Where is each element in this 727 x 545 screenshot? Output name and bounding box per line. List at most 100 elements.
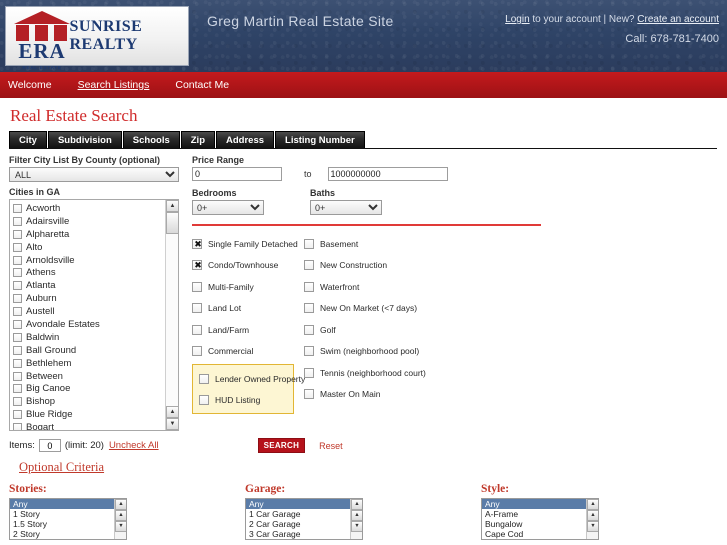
scroll-up-arrow-icon[interactable]: ▲: [351, 510, 362, 521]
stories-option[interactable]: 1 Story: [10, 509, 126, 519]
scroll-up-arrow-icon[interactable]: ▲: [115, 499, 126, 510]
city-checkbox[interactable]: [13, 281, 22, 291]
stories-option-any[interactable]: Any: [10, 499, 126, 509]
city-checkbox[interactable]: [13, 242, 22, 252]
style-option[interactable]: A-Frame: [482, 509, 598, 519]
city-row: Athens: [13, 266, 178, 279]
city-checkbox[interactable]: [13, 410, 22, 420]
items-count-input[interactable]: [38, 439, 61, 452]
stories-option[interactable]: 2 Story: [10, 529, 126, 539]
waterfront-checkbox[interactable]: [304, 281, 314, 292]
garage-option-any[interactable]: Any: [246, 499, 362, 509]
style-listbox[interactable]: Any A-Frame Bungalow Cape Cod ▲ ▲ ▼: [481, 498, 599, 540]
hud-listing-checkbox[interactable]: [199, 394, 209, 405]
swim-checkbox[interactable]: [304, 346, 314, 357]
garage-scrollbar[interactable]: ▲ ▲ ▼: [350, 499, 362, 539]
scroll-down-arrow-icon[interactable]: ▼: [351, 521, 362, 532]
style-option-any[interactable]: Any: [482, 499, 598, 509]
scroll-up-arrow-icon[interactable]: ▲: [351, 499, 362, 510]
site-header: ERA REAL ESTATE SUNRISE REALTY Greg Mart…: [0, 0, 727, 72]
new-on-market-checkbox[interactable]: [304, 303, 314, 314]
scroll-down-arrow-icon[interactable]: ▼: [587, 521, 598, 532]
city-checkbox[interactable]: [13, 397, 22, 407]
search-button[interactable]: SEARCH: [257, 438, 306, 453]
land-farm-checkbox[interactable]: [192, 324, 202, 335]
master-on-main-checkbox[interactable]: [304, 389, 314, 400]
login-link[interactable]: Login: [505, 14, 529, 25]
city-checkbox[interactable]: [13, 229, 22, 239]
condo-townhouse-checkbox[interactable]: [192, 259, 203, 271]
stories-option[interactable]: 1.5 Story: [10, 519, 126, 529]
city-checkbox[interactable]: [13, 358, 22, 368]
commercial-checkbox[interactable]: [192, 346, 202, 357]
city-checkbox[interactable]: [13, 203, 22, 213]
price-min-input[interactable]: [192, 167, 282, 181]
golf-checkbox[interactable]: [304, 324, 314, 335]
garage-option[interactable]: 2 Car Garage: [246, 519, 362, 529]
city-row: Between: [13, 370, 178, 383]
tab-listing-number[interactable]: Listing Number: [275, 131, 365, 149]
nav-item-search-listings[interactable]: Search Listings: [78, 79, 150, 91]
baths-select[interactable]: 0+: [310, 200, 382, 215]
scroll-up-arrow-icon[interactable]: ▲: [166, 200, 178, 212]
feature-row: Basement: [304, 233, 484, 255]
cities-list-scrollbar[interactable]: ▲ ▲ ▼: [165, 200, 178, 430]
tennis-checkbox[interactable]: [304, 367, 314, 378]
uncheck-all-link[interactable]: Uncheck All: [109, 440, 159, 451]
city-checkbox[interactable]: [13, 268, 22, 278]
county-filter-select[interactable]: ALL: [9, 167, 179, 182]
reset-link[interactable]: Reset: [319, 441, 343, 451]
bedrooms-select[interactable]: 0+: [192, 200, 264, 215]
feature-row: HUD Listing: [199, 389, 293, 410]
city-checkbox[interactable]: [13, 332, 22, 342]
new-construction-checkbox[interactable]: [304, 260, 314, 271]
multi-family-checkbox[interactable]: [192, 281, 202, 292]
scroll-up-arrow-icon[interactable]: ▲: [115, 510, 126, 521]
style-option[interactable]: Bungalow: [482, 519, 598, 529]
basement-checkbox[interactable]: [304, 238, 314, 249]
garage-option[interactable]: 1 Car Garage: [246, 509, 362, 519]
nav-item-welcome[interactable]: Welcome: [8, 79, 52, 91]
create-account-link[interactable]: Create an account: [637, 14, 719, 25]
city-checkbox[interactable]: [13, 345, 22, 355]
optional-criteria-heading[interactable]: Optional Criteria: [19, 460, 104, 475]
stories-label: Stories:: [9, 483, 47, 495]
tab-subdivision[interactable]: Subdivision: [47, 131, 122, 149]
cities-checkbox-list[interactable]: Acworth Adairsville Alpharetta Alto Arno…: [9, 199, 179, 431]
city-checkbox[interactable]: [13, 423, 22, 430]
scroll-up-arrow-icon[interactable]: ▲: [587, 499, 598, 510]
search-actions-bar: Items: (limit: 20) Uncheck All SEARCH Re…: [9, 438, 718, 453]
city-checkbox[interactable]: [13, 216, 22, 226]
garage-option[interactable]: 3 Car Garage: [246, 529, 362, 539]
city-checkbox[interactable]: [13, 384, 22, 394]
scroll-down-arrow-icon[interactable]: ▼: [166, 418, 178, 430]
city-checkbox[interactable]: [13, 307, 22, 317]
tab-zip[interactable]: Zip: [180, 131, 215, 149]
nav-item-contact-me[interactable]: Contact Me: [175, 79, 229, 91]
city-checkbox[interactable]: [13, 294, 22, 304]
style-option[interactable]: Cape Cod: [482, 529, 598, 539]
land-lot-checkbox[interactable]: [192, 303, 202, 314]
city-checkbox[interactable]: [13, 319, 22, 329]
tab-address[interactable]: Address: [216, 131, 275, 149]
feature-row: Commercial: [192, 341, 304, 363]
scrollbar-thumb[interactable]: [166, 212, 178, 234]
stories-scrollbar[interactable]: ▲ ▲ ▼: [114, 499, 126, 539]
price-max-input[interactable]: [327, 167, 448, 181]
city-label: Avondale Estates: [26, 318, 100, 330]
page-root: ERA REAL ESTATE SUNRISE REALTY Greg Mart…: [0, 0, 727, 545]
garage-listbox[interactable]: Any 1 Car Garage 2 Car Garage 3 Car Gara…: [245, 498, 363, 540]
city-checkbox[interactable]: [13, 255, 22, 265]
scroll-down-arrow-icon[interactable]: ▼: [115, 521, 126, 532]
tab-city[interactable]: City: [9, 131, 47, 149]
baths-group: Baths 0+: [310, 188, 428, 215]
style-scrollbar[interactable]: ▲ ▲ ▼: [586, 499, 598, 539]
tab-schools[interactable]: Schools: [122, 131, 180, 149]
city-checkbox[interactable]: [13, 371, 22, 381]
single-family-detached-checkbox[interactable]: [192, 238, 203, 250]
stories-listbox[interactable]: Any 1 Story 1.5 Story 2 Story ▲ ▲ ▼: [9, 498, 127, 540]
scroll-up-arrow-icon[interactable]: ▲: [166, 406, 178, 418]
lender-owned-property-checkbox[interactable]: [199, 373, 209, 384]
scroll-up-arrow-icon[interactable]: ▲: [587, 510, 598, 521]
era-sunrise-realty-logo[interactable]: ERA REAL ESTATE SUNRISE REALTY: [5, 6, 189, 70]
